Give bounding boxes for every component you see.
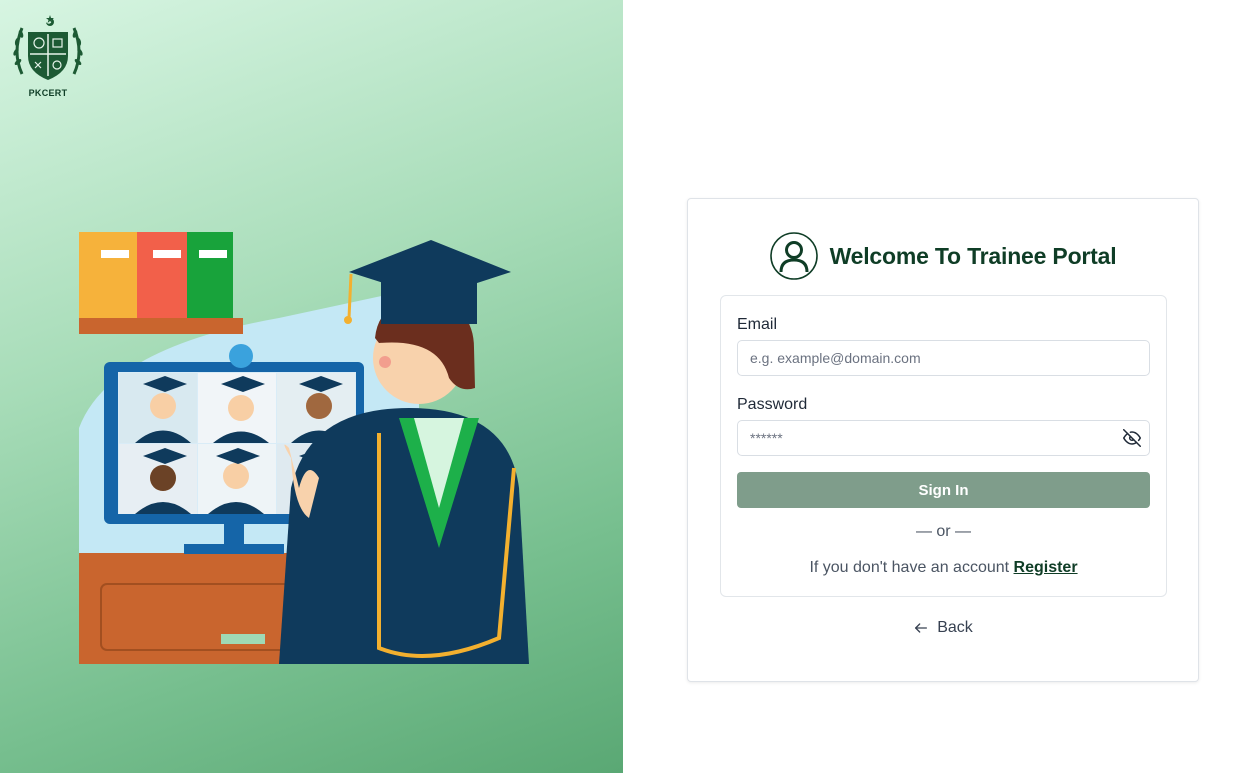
password-field[interactable] <box>737 420 1150 456</box>
pkcert-logo: PKCERT <box>10 12 86 100</box>
register-prompt-text: If you don't have an account <box>809 559 1014 576</box>
register-prompt: If you don't have an account Register <box>721 559 1166 577</box>
graduation-video-call-illustration <box>79 232 529 664</box>
email-field[interactable] <box>737 340 1150 376</box>
toggle-password-visibility[interactable] <box>1114 420 1150 456</box>
back-button[interactable]: Back <box>688 619 1198 637</box>
user-circle-icon <box>769 232 818 280</box>
password-label: Password <box>737 396 808 413</box>
illustration-panel: PKCERT <box>0 0 623 773</box>
register-link[interactable]: Register <box>1014 559 1078 576</box>
card-header: Welcome To Trainee Portal <box>688 231 1198 281</box>
or-divider: — or — <box>915 523 972 540</box>
arrow-left-icon <box>915 623 928 633</box>
sign-in-button[interactable]: Sign In <box>737 472 1150 508</box>
back-label: Back <box>937 619 973 636</box>
login-card: Welcome To Trainee Portal Email Password… <box>687 198 1199 682</box>
email-label: Email <box>737 316 778 333</box>
eye-off-icon <box>1123 429 1141 447</box>
logo-text: PKCERT <box>28 88 68 98</box>
login-form: Email Password Sign In — or — If you don… <box>720 295 1167 597</box>
pkcert-emblem-icon <box>13 15 83 80</box>
page-title: Welcome To Trainee Portal <box>829 242 1117 269</box>
